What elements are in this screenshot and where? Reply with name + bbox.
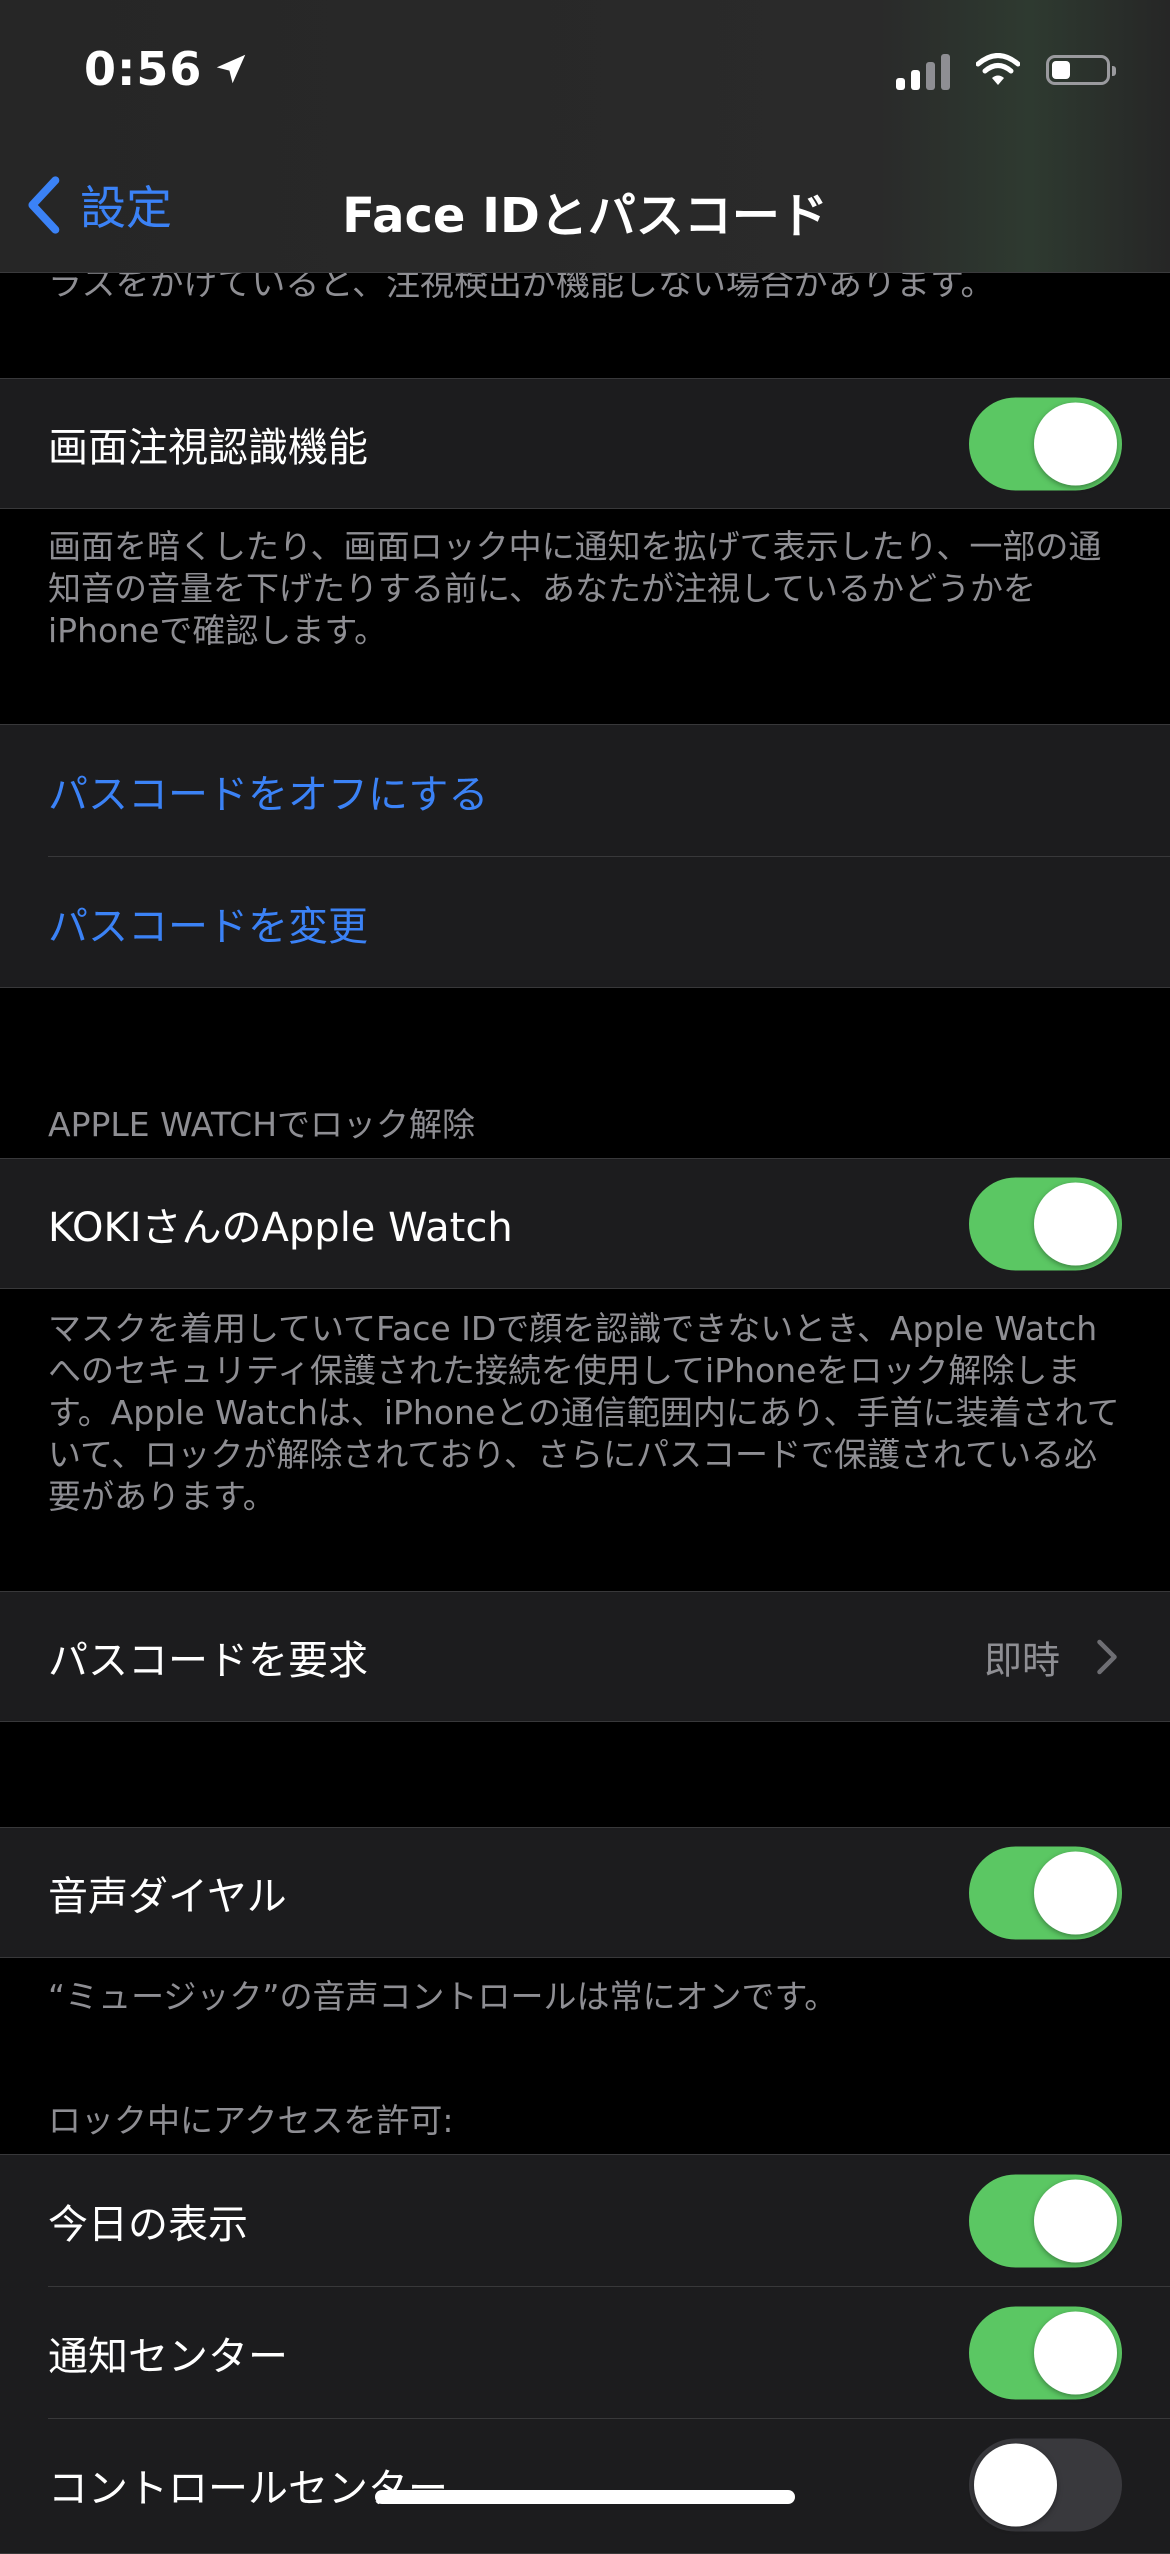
apple-watch-footer: マスクを着用していてFace IDで顔を認識できないとき、Apple Watch… <box>48 1309 1120 1516</box>
attention-aware-footer: 画面を暗くしたり、画面ロック中に通知を拡げて表示したり、一部の通知音の音量を下げ… <box>48 527 1102 650</box>
toggle-knob <box>1034 402 1117 485</box>
location-arrow-icon <box>217 54 246 84</box>
locked-access-section-header: ロック中にアクセスを許可: <box>48 2101 454 2140</box>
voice-dial-footer: “ミュージック”の音声コントロールは常にオンです。 <box>48 1977 838 2016</box>
apple-watch-label: KOKIさんのApple Watch <box>48 1204 513 1251</box>
home-indicator[interactable] <box>375 2490 795 2504</box>
toggle-knob <box>1034 2311 1117 2394</box>
status-time-group: 0:56 <box>84 42 250 96</box>
toggle-knob <box>1034 1182 1117 1265</box>
passcode-group: パスコードをオフにする パスコードを変更 <box>0 724 1170 988</box>
notification-center-label: 通知センター <box>48 2333 288 2380</box>
turn-off-passcode-row[interactable]: パスコードをオフにする <box>0 725 1170 856</box>
apple-watch-row[interactable]: KOKIさんのApple Watch <box>0 1158 1170 1289</box>
apple-watch-toggle[interactable] <box>969 1177 1122 1270</box>
page-title: Face IDとパスコード <box>342 188 828 244</box>
require-passcode-label: パスコードを要求 <box>48 1637 368 1684</box>
voice-dial-row[interactable]: 音声ダイヤル <box>0 1827 1170 1958</box>
top-bar: 0:56 設定 Face IDとパスコード <box>0 0 1170 273</box>
control-center-label: コントロールセンター <box>48 2465 448 2512</box>
status-icons <box>896 50 1116 90</box>
wifi-icon <box>976 53 1020 85</box>
notification-center-toggle[interactable] <box>969 2306 1122 2399</box>
control-center-row[interactable]: コントロールセンター <box>0 2419 1170 2550</box>
control-center-toggle[interactable] <box>969 2438 1122 2531</box>
attention-aware-label: 画面注視認識機能 <box>48 424 368 471</box>
toggle-knob <box>1034 1851 1117 1934</box>
apple-watch-section-header: APPLE WATCHでロック解除 <box>48 1105 476 1144</box>
notification-center-row[interactable]: 通知センター <box>0 2287 1170 2418</box>
signal-icon <box>896 50 950 90</box>
change-passcode-row[interactable]: パスコードを変更 <box>0 857 1170 988</box>
battery-level <box>1052 61 1070 79</box>
toggle-knob <box>1034 2179 1117 2262</box>
status-time: 0:56 <box>84 42 203 96</box>
today-view-label: 今日の表示 <box>48 2201 248 2248</box>
require-passcode-value: 即時 <box>983 1638 1060 1682</box>
chevron-right-icon <box>1097 1639 1117 1674</box>
change-passcode-link[interactable]: パスコードを変更 <box>48 894 368 952</box>
today-view-row[interactable]: 今日の表示 <box>0 2155 1170 2286</box>
voice-dial-label: 音声ダイヤル <box>48 1873 287 1920</box>
turn-off-passcode-link[interactable]: パスコードをオフにする <box>48 762 488 820</box>
attention-aware-toggle[interactable] <box>969 397 1122 490</box>
battery-icon <box>1046 55 1116 85</box>
toggle-knob <box>974 2443 1057 2526</box>
voice-dial-toggle[interactable] <box>969 1846 1122 1939</box>
today-view-toggle[interactable] <box>969 2174 1122 2267</box>
require-passcode-row[interactable]: パスコードを要求 即時 <box>0 1591 1170 1722</box>
attention-aware-row[interactable]: 画面注視認識機能 <box>0 378 1170 509</box>
